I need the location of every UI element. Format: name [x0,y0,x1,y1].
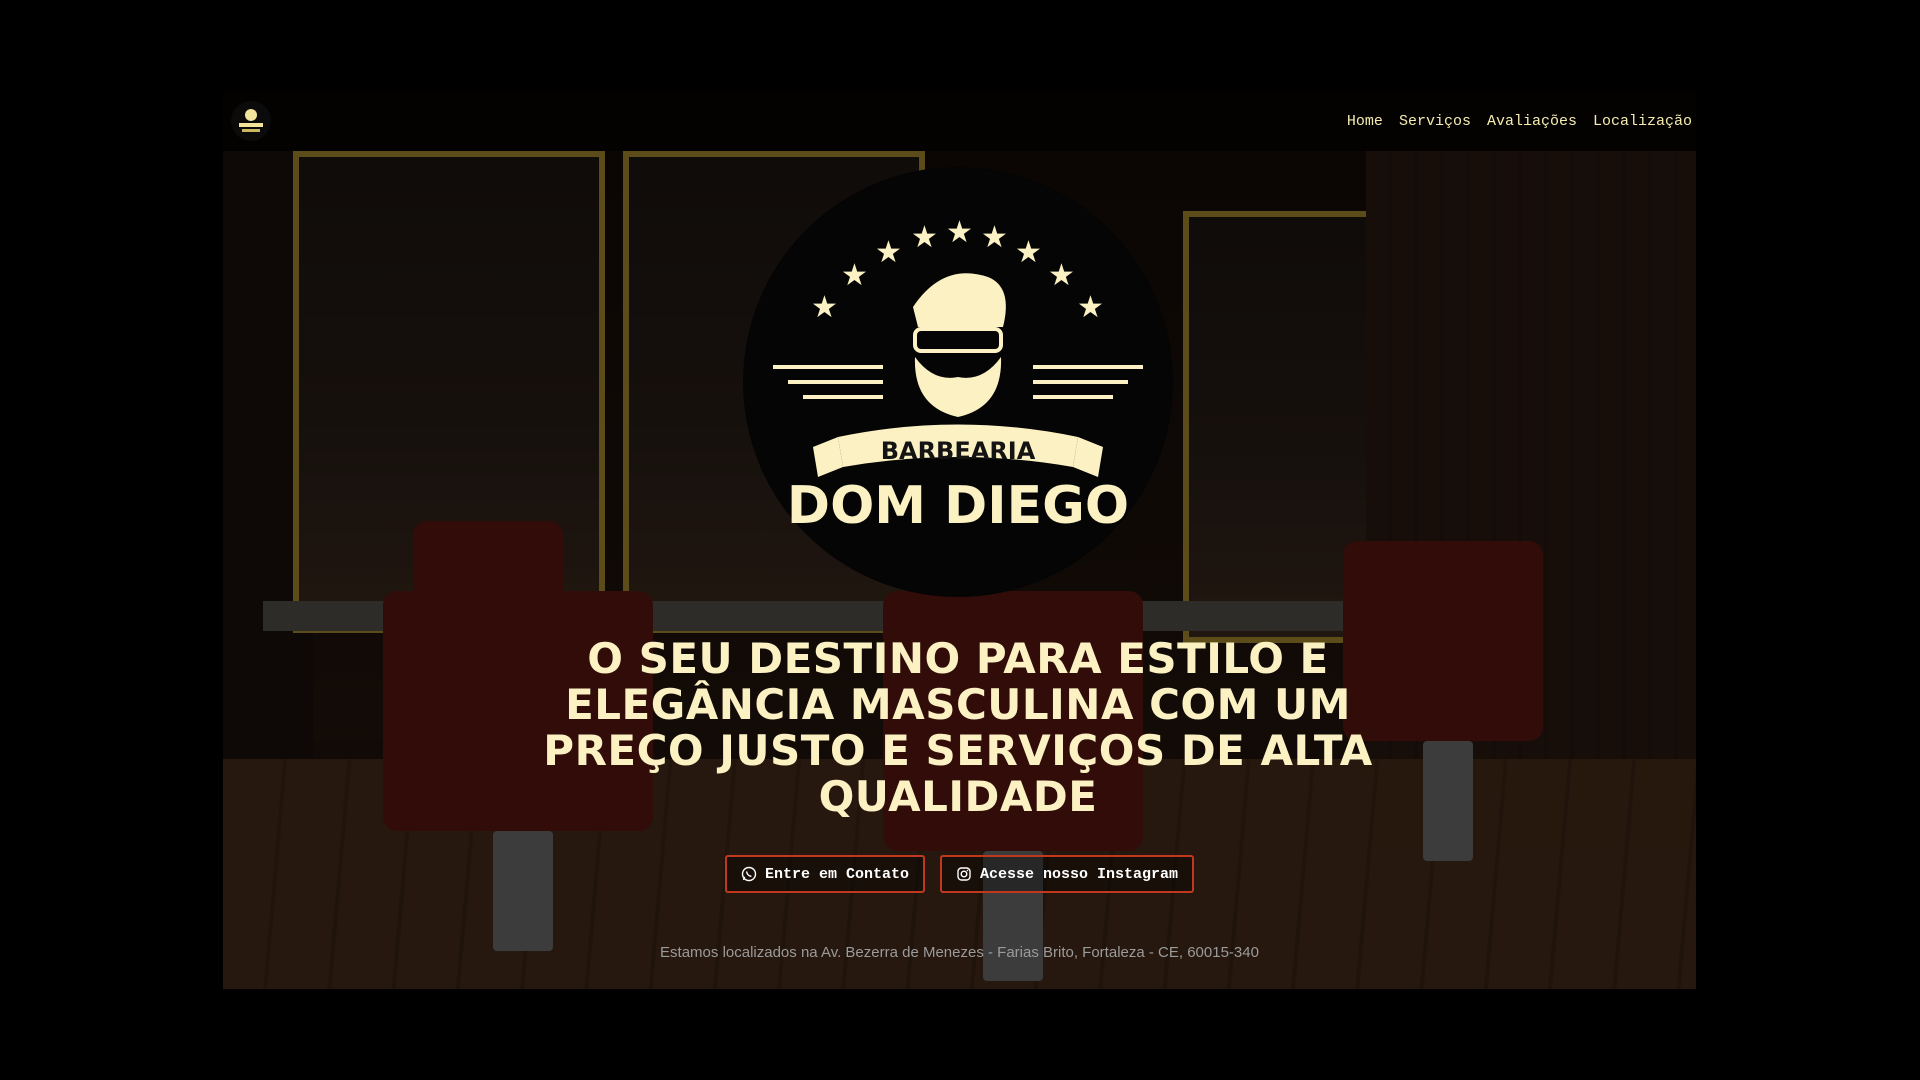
svg-text:★: ★ [1015,235,1042,270]
top-navbar: Home Serviços Avaliações Localização [223,91,1696,151]
contact-button[interactable]: Entre em Contato [724,855,925,893]
instagram-button[interactable]: Acesse nosso Instagram [939,855,1195,893]
instagram-icon [956,866,972,882]
barbershop-logo-icon[interactable] [231,101,271,141]
barbershop-emblem-icon: ★ ★ ★ ★ ★ ★ ★ ★ ★ BARBEARIA DOM DIEGO [744,168,1172,596]
hero-logo: ★ ★ ★ ★ ★ ★ ★ ★ ★ BARBEARIA DOM DIEGO [743,167,1173,597]
hero-title: O SEU DESTINO PARA ESTILO E ELEGÂNCIA MA… [543,634,1373,821]
nav-links: Home Serviços Avaliações Localização [1347,113,1692,130]
svg-text:★: ★ [911,220,938,255]
page-viewport: Home Serviços Avaliações Localização ★ ★… [223,91,1696,989]
contact-button-label: Entre em Contato [764,865,909,883]
svg-text:★: ★ [841,258,868,293]
svg-text:★: ★ [811,290,838,325]
svg-text:★: ★ [1048,258,1075,293]
nav-link-localizacao[interactable]: Localização [1593,113,1692,130]
svg-text:★: ★ [981,220,1008,255]
svg-text:★: ★ [875,235,902,270]
whatsapp-icon [741,866,757,882]
svg-text:★: ★ [946,215,973,250]
nav-link-home[interactable]: Home [1347,113,1383,130]
cta-buttons: Entre em Contato Acesse nosso Instagram [223,855,1696,893]
logo-text-bottom: DOM DIEGO [787,476,1129,536]
logo-text-top: BARBEARIA [881,437,1036,465]
nav-link-avaliacoes[interactable]: Avaliações [1487,113,1577,130]
instagram-button-label: Acesse nosso Instagram [979,865,1179,883]
svg-text:★: ★ [1077,290,1104,325]
nav-link-servicos[interactable]: Serviços [1399,113,1471,130]
address-text: Estamos localizados na Av. Bezerra de Me… [660,944,1259,961]
